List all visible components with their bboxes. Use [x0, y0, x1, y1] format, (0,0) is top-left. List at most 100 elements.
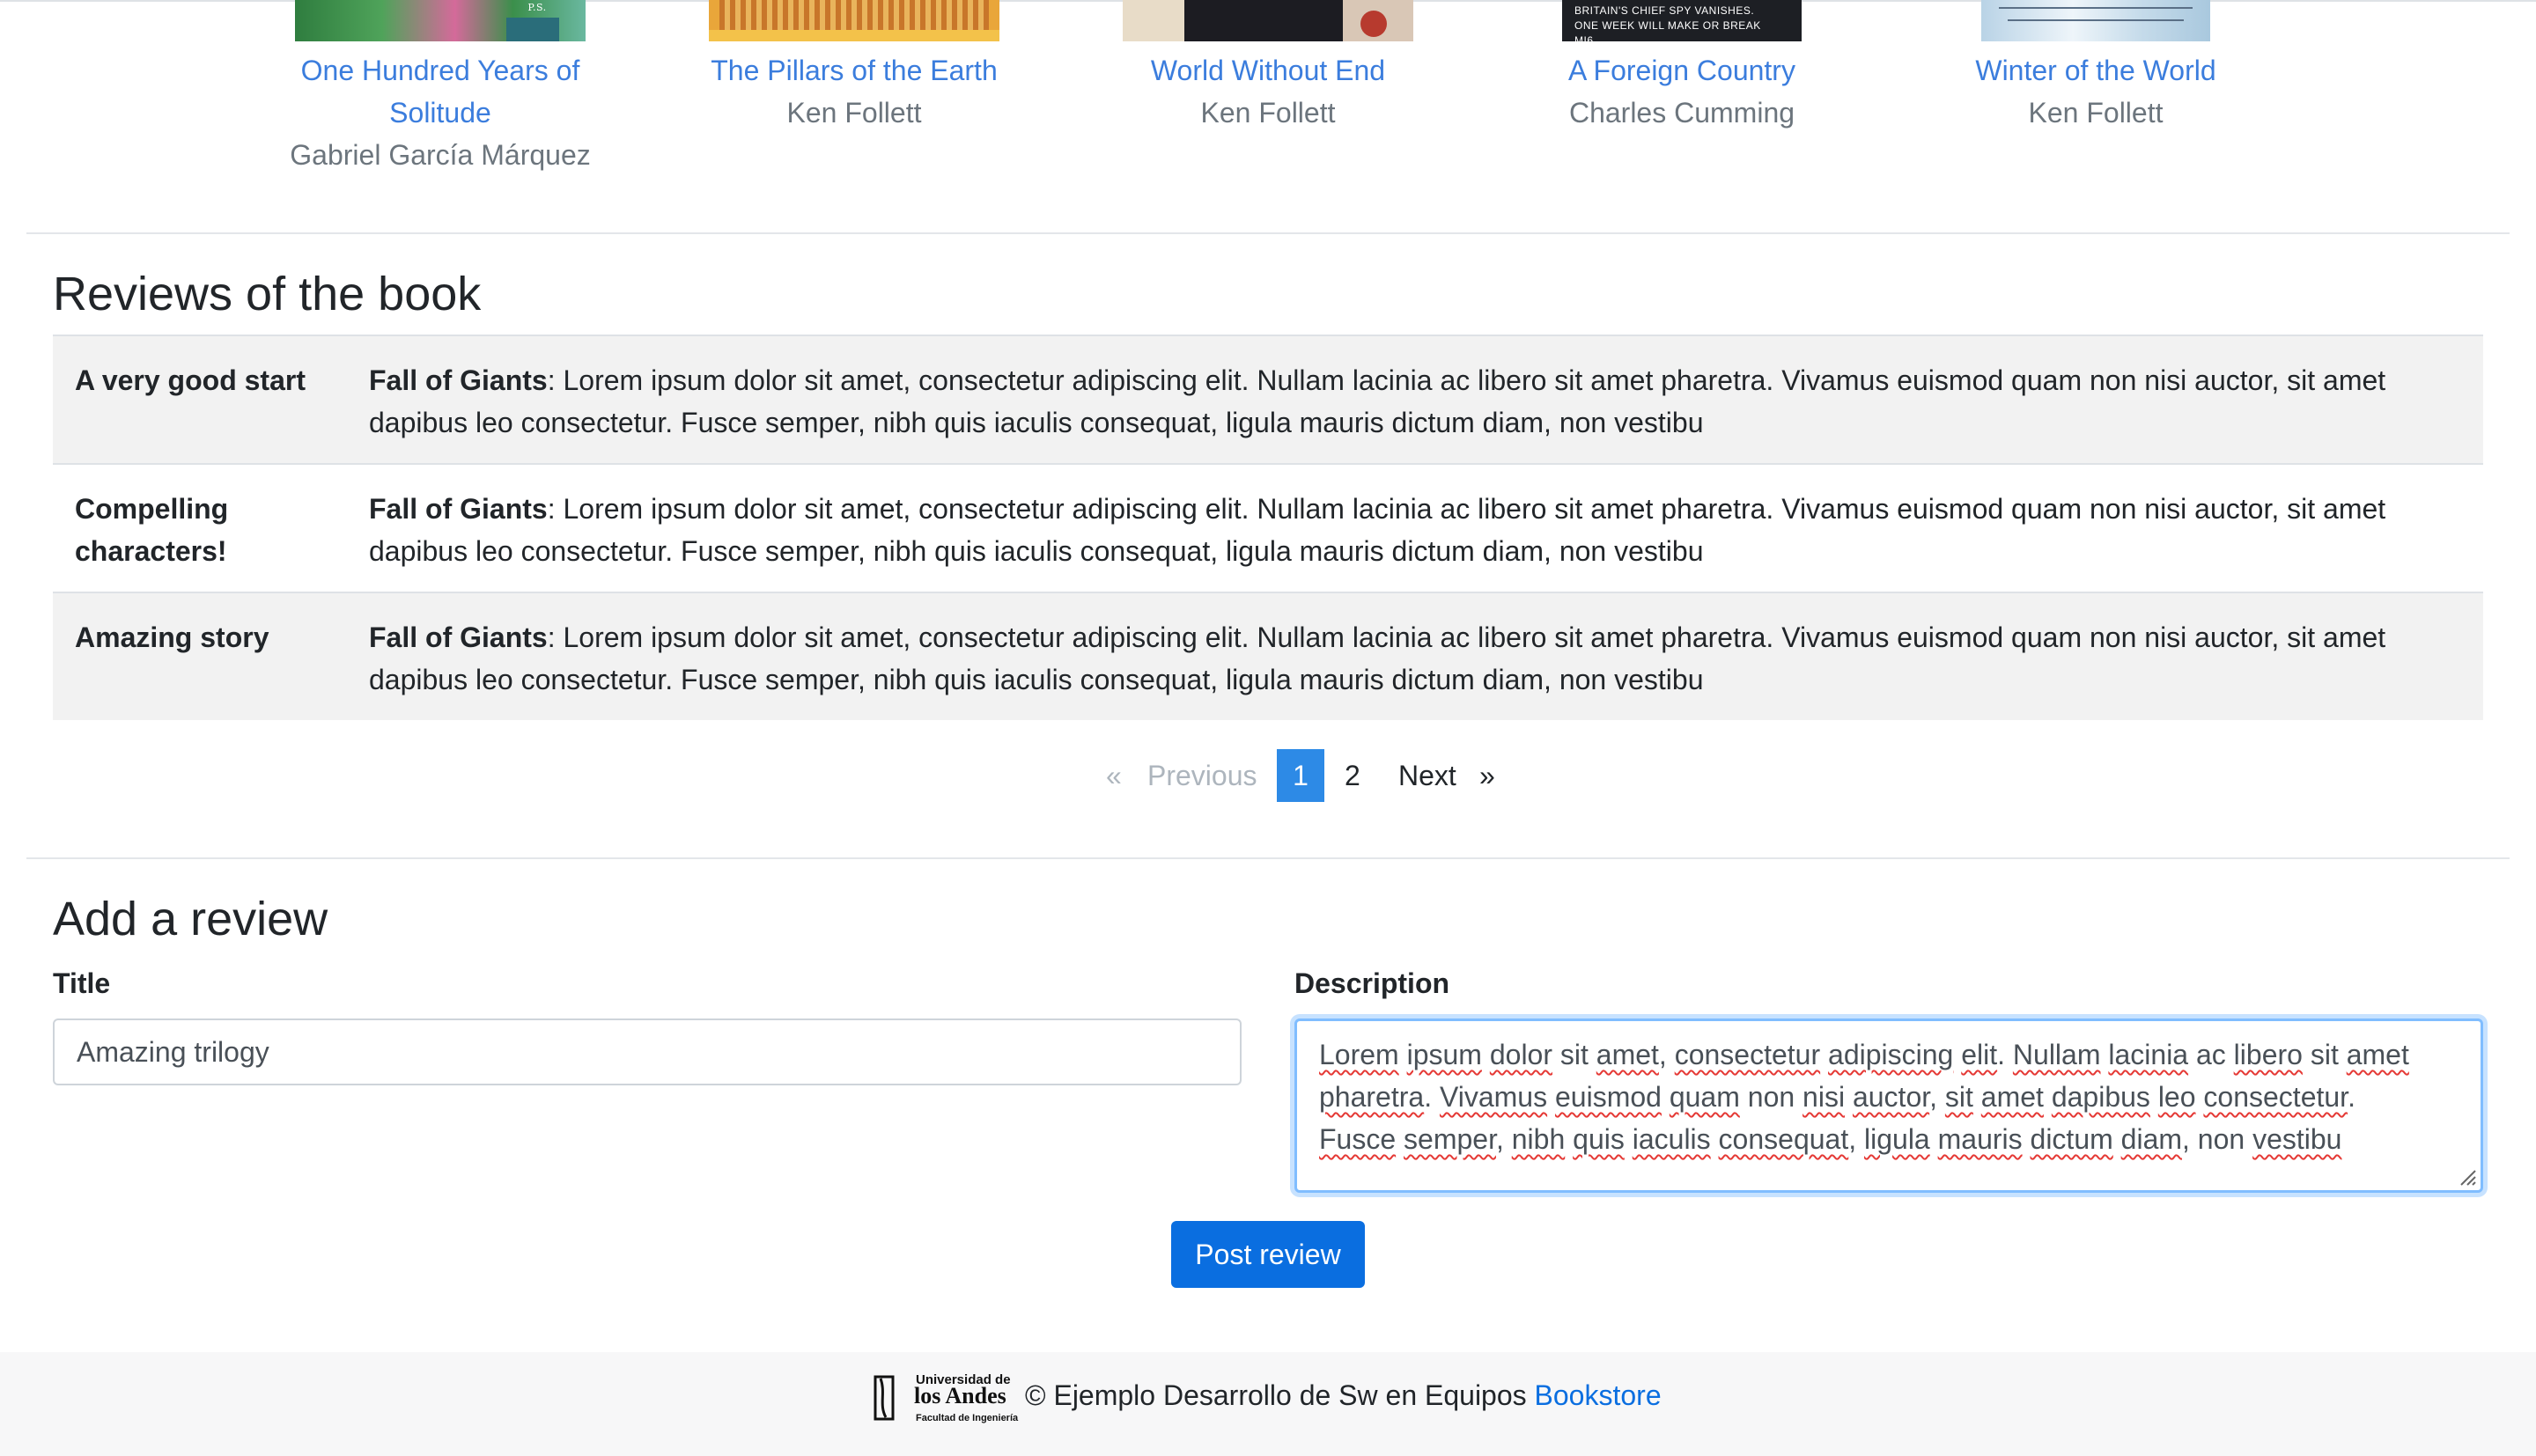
review-title: Compelling characters! — [75, 493, 229, 567]
description-separator — [1845, 1081, 1853, 1113]
book-cover[interactable] — [709, 0, 999, 41]
review-body: Fall of Giants: Lorem ipsum dolor sit am… — [369, 493, 2386, 567]
description-separator — [1482, 1039, 1490, 1070]
description-separator: , — [1495, 1123, 1512, 1155]
description-separator — [1930, 1123, 1938, 1155]
description-word: Lorem — [1319, 1039, 1399, 1070]
book-author: Charles Cumming — [1568, 97, 1795, 129]
description-separator — [2044, 1081, 2052, 1113]
review-title-input[interactable]: Amazing trilogy — [53, 1018, 1242, 1085]
description-word: ipsum — [1406, 1039, 1482, 1070]
first-page-link: « — [1106, 760, 1122, 791]
description-word: amet — [1596, 1039, 1659, 1070]
book-title[interactable]: One Hundred Years of Solitude — [264, 49, 616, 134]
description-word: consectetur — [2203, 1081, 2348, 1113]
book-title[interactable]: The Pillars of the Earth — [678, 49, 1030, 92]
description-word: mauris — [1937, 1123, 2023, 1155]
description-separator: , non — [2182, 1123, 2253, 1155]
page-link-2[interactable]: 2 — [1345, 749, 1360, 802]
description-separator — [1711, 1123, 1719, 1155]
description-separator — [1820, 1039, 1828, 1070]
next-page-link[interactable]: Next — [1398, 749, 1456, 802]
book-cover[interactable]: BRITAIN'S CHIEF SPY VANISHES. ONE WEEK W… — [1562, 0, 1802, 41]
description-word: elit — [1961, 1039, 1998, 1070]
reviews-heading: Reviews of the book — [53, 268, 482, 320]
review-title: A very good start — [75, 364, 306, 396]
book-author: Ken Follett — [786, 97, 922, 129]
previous-page-link: Previous — [1147, 760, 1257, 791]
description-separator: non — [1739, 1081, 1803, 1113]
description-word: ligula — [1864, 1123, 1930, 1155]
pagination: « Previous 1 2 Next » — [0, 749, 2536, 802]
description-word: consectetur — [1674, 1039, 1821, 1070]
description-separator: sit — [2302, 1039, 2347, 1070]
last-page-link[interactable]: » — [1479, 749, 1495, 802]
description-word: iaculis — [1632, 1123, 1711, 1155]
description-word: sit — [1944, 1081, 1973, 1113]
description-word: Fusce — [1319, 1123, 1397, 1155]
book-author: Gabriel García Márquez — [290, 139, 591, 171]
description-word: libero — [2233, 1039, 2303, 1070]
description-separator: , — [1658, 1039, 1675, 1070]
description-separator: , — [1848, 1123, 1864, 1155]
description-separator — [1547, 1081, 1555, 1113]
reviews-table: A very good start Fall of Giants: Lorem … — [53, 335, 2483, 720]
description-word: vestibu — [2252, 1123, 2342, 1155]
description-word: pharetra — [1319, 1081, 1425, 1113]
title-label: Title — [53, 967, 111, 999]
description-separator: , — [1929, 1081, 1945, 1113]
description-word: Nullam — [2012, 1039, 2101, 1070]
description-line: pharetra. Vivamus euismod quam non nisi … — [1319, 1076, 2459, 1118]
page-link-1[interactable]: 1 — [1277, 749, 1324, 802]
description-line: Fusce semper, nibh quis iaculis consequa… — [1319, 1118, 2459, 1160]
description-word: dolor — [1489, 1039, 1552, 1070]
book-cover[interactable] — [1981, 0, 2210, 41]
review-book-name: Fall of Giants — [369, 493, 548, 525]
description-separator: . — [2348, 1081, 2355, 1113]
description-line: Lorem ipsum dolor sit amet, consectetur … — [1319, 1033, 2459, 1076]
footer-text: © Ejemplo Desarrollo de Sw en Equipos Bo… — [1025, 1379, 1662, 1411]
svg-text:los Andes: los Andes — [914, 1383, 1006, 1408]
description-word: amet — [2346, 1039, 2409, 1070]
book-author: Ken Follett — [2028, 97, 2164, 129]
review-title: Amazing story — [75, 621, 269, 653]
description-word: dapibus — [2051, 1081, 2150, 1113]
description-separator — [2150, 1081, 2158, 1113]
svg-text:Facultad de Ingeniería: Facultad de Ingeniería — [916, 1413, 1019, 1423]
footer: Universidad de los Andes Facultad de Ing… — [0, 1352, 2536, 1456]
description-separator — [1953, 1039, 1961, 1070]
table-row: Compelling characters! Fall of Giants: L… — [53, 463, 2483, 592]
book-cover[interactable] — [1123, 0, 1413, 41]
description-separator — [1396, 1123, 1404, 1155]
description-separator — [1973, 1081, 1981, 1113]
book-title[interactable]: Winter of the World — [1920, 49, 2272, 92]
description-separator — [1662, 1081, 1670, 1113]
description-word: euismod — [1554, 1081, 1662, 1113]
description-word: consequat — [1718, 1123, 1849, 1155]
description-separator: . — [1424, 1081, 1440, 1113]
post-review-button[interactable]: Post review — [1171, 1221, 1365, 1288]
review-book-name: Fall of Giants — [369, 364, 548, 396]
book-title[interactable]: A Foreign Country — [1506, 49, 1858, 92]
description-word: diam — [2120, 1123, 2183, 1155]
section-divider — [26, 232, 2510, 234]
related-books: P.S. One Hundred Years of Solitude Gabri… — [0, 0, 2536, 176]
description-separator: sit — [1552, 1039, 1596, 1070]
description-word: lacinia — [2108, 1039, 2189, 1070]
description-separator — [2113, 1123, 2121, 1155]
review-description-textarea[interactable]: Lorem ipsum dolor sit amet, consectetur … — [1294, 1018, 2483, 1193]
bookstore-link[interactable]: Bookstore — [1535, 1379, 1662, 1411]
description-word: dictum — [2030, 1123, 2113, 1155]
review-body: Fall of Giants: Lorem ipsum dolor sit am… — [369, 364, 2386, 438]
description-word: leo — [2157, 1081, 2196, 1113]
description-separator: . — [1997, 1039, 2013, 1070]
university-logo: Universidad de los Andes Facultad de Ing… — [874, 1372, 1019, 1423]
add-review-heading: Add a review — [53, 893, 328, 945]
book-cover[interactable]: P.S. — [295, 0, 586, 41]
table-row: A very good start Fall of Giants: Lorem … — [53, 335, 2483, 463]
description-label: Description — [1294, 967, 1450, 999]
description-word: semper — [1404, 1123, 1496, 1155]
description-separator — [2023, 1123, 2031, 1155]
resize-handle-icon[interactable] — [2458, 1167, 2477, 1187]
book-title[interactable]: World Without End — [1092, 49, 1444, 92]
